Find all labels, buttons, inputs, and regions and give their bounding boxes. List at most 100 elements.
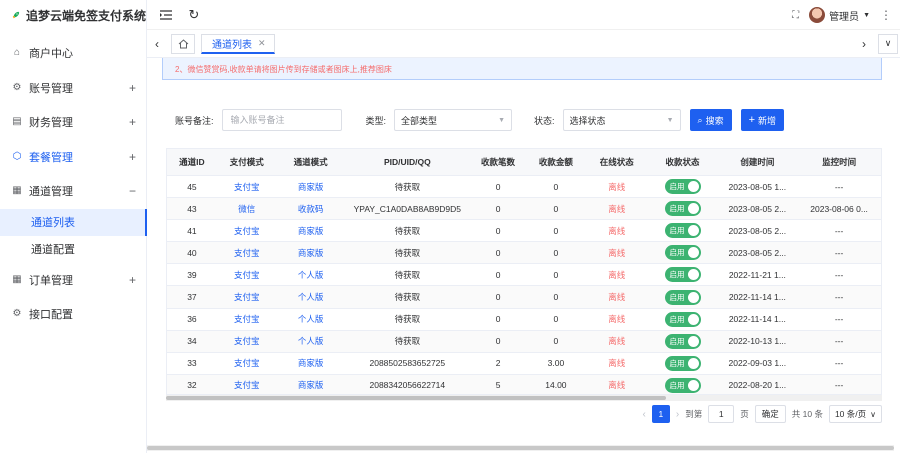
channel-table: 通道ID 支付模式 通道模式 PID/UID/QQ 收款笔数 收款金额 在线状态 收款状态 创建… [166, 148, 882, 395]
more-vertical-icon[interactable]: ⋮ [880, 8, 892, 22]
enable-switch[interactable]: 启用 [664, 333, 701, 349]
expand-icon: + [128, 115, 136, 130]
table-cell: 32 [187, 380, 197, 391]
table-cell: 离线 [608, 336, 626, 347]
search-button[interactable]: ⌕ 搜索 [689, 109, 732, 131]
fullscreen-icon[interactable]: ⛶ [792, 10, 799, 21]
status-switch-cell: 启用 [648, 245, 718, 261]
table-cell: 0 [553, 314, 559, 325]
next-page-icon[interactable]: › [676, 409, 679, 420]
switch-label: 启用 [669, 314, 685, 324]
refresh-icon: ↻ [188, 6, 200, 22]
switch-label: 启用 [669, 248, 685, 258]
goto-page-input[interactable] [708, 405, 735, 423]
goto-label: 到第 [685, 409, 703, 419]
chevron-left-icon: ‹ [155, 36, 159, 51]
table-cell: 待获取 [394, 269, 421, 280]
page-size-select[interactable]: 10 条/页 ∨ [828, 405, 882, 423]
table-cell: 0 [553, 269, 559, 280]
enable-switch[interactable]: 启用 [664, 267, 701, 283]
close-icon[interactable]: ✕ [258, 38, 266, 49]
enable-switch[interactable]: 启用 [664, 223, 701, 239]
collapse-menu-button[interactable] [157, 6, 175, 24]
status-switch-cell: 启用 [648, 267, 718, 283]
prev-page-icon[interactable]: ‹ [643, 409, 646, 420]
table-cell: 待获取 [394, 225, 421, 236]
column-header: 通道模式 [293, 157, 328, 167]
tabs-scroll-right-button[interactable]: › [854, 30, 874, 58]
sidebar-item-2[interactable]: ▤ 财务管理 + [0, 105, 146, 140]
table-cell: 支付宝 [234, 269, 260, 280]
table-cell: 商家版 [297, 380, 324, 391]
status-switch-cell: 启用 [648, 333, 718, 349]
sidebar-item-label: 套餐管理 [29, 151, 73, 164]
tab-home[interactable] [171, 33, 195, 54]
table-cell: 待获取 [394, 181, 421, 192]
table-cell: 离线 [608, 358, 626, 369]
table-cell: 支付宝 [234, 181, 260, 192]
sidebar-item-3[interactable]: ⬡ 套餐管理 + [0, 140, 146, 175]
page-number[interactable]: 1 [651, 405, 670, 423]
switch-knob [687, 313, 699, 325]
user-menu[interactable]: 管理员 ▼ [809, 7, 870, 23]
tab-channel-list[interactable]: 通道列表 ✕ [201, 33, 275, 54]
expand-icon: + [128, 149, 136, 164]
table-cell: 个人版 [297, 336, 324, 347]
sidebar-item-5[interactable]: ▦ 订单管理 + [0, 263, 146, 298]
column-header: 监控时间 [822, 157, 857, 167]
status-select[interactable]: 选择状态 ▼ [562, 109, 681, 131]
add-button[interactable]: + 新增 [740, 109, 785, 131]
type-select-value: 全部类型 [401, 115, 438, 126]
table-cell: 36 [187, 314, 197, 325]
table-cell: 商家版 [297, 358, 324, 369]
sidebar-item-6[interactable]: ⚙ 接口配置 [0, 297, 146, 332]
table-cell: 支付宝 [234, 314, 260, 325]
tab-label: 通道列表 [212, 39, 252, 51]
top-header: ↻ ⛶ 管理员 ▼ ⋮ [147, 0, 900, 30]
table-cell: 离线 [608, 247, 626, 258]
plus-icon: + [748, 114, 756, 126]
status-switch-cell: 启用 [648, 201, 718, 217]
table-cell: 商家版 [297, 225, 324, 236]
table-cell: 39 [187, 269, 197, 280]
enable-switch[interactable]: 启用 [664, 311, 701, 327]
sidebar-subitem-0[interactable]: 通道列表 [0, 208, 147, 236]
sidebar-subitem-1[interactable]: 通道配置 [0, 236, 146, 263]
enable-switch[interactable]: 启用 [664, 245, 701, 261]
enable-switch[interactable]: 启用 [664, 289, 701, 305]
goto-confirm-button[interactable]: 确定 [754, 405, 786, 423]
page-horizontal-scrollbar[interactable] [147, 445, 894, 451]
column-header: 支付模式 [229, 157, 264, 167]
enable-switch[interactable]: 启用 [664, 201, 701, 217]
table-row: 45 支付宝 商家版 待获取 0 0 离线 启用 2023-08-05 1... --- [167, 175, 881, 198]
switch-knob [687, 181, 699, 193]
table-cell: 2023-08-06 0... [810, 203, 868, 214]
remark-input[interactable] [221, 109, 342, 131]
app-title: 追梦云端免签支付系统 [25, 8, 146, 23]
table-cell: --- [834, 181, 844, 192]
table-cell: 离线 [608, 292, 626, 303]
sidebar-item-0[interactable]: ⌂ 商户中心 [0, 36, 146, 71]
switch-label: 启用 [669, 204, 685, 214]
table-cell: 离线 [608, 225, 626, 236]
table-cell: 40 [187, 247, 197, 258]
app-logo: 追梦云端免签支付系统 [0, 0, 146, 30]
enable-switch[interactable]: 启用 [664, 355, 701, 371]
sidebar-item-1[interactable]: ⚙ 账号管理 + [0, 71, 146, 106]
table-horizontal-scrollbar[interactable] [166, 395, 882, 401]
sidebar-item-4[interactable]: ▦ 通道管理 − [0, 174, 146, 209]
table-cell: 待获取 [394, 247, 421, 258]
status-switch-cell: 启用 [648, 179, 718, 195]
column-header: 在线状态 [599, 157, 634, 167]
tabs-scroll-left-button[interactable]: ‹ [147, 30, 167, 58]
tabs-dropdown-button[interactable]: ∨ [878, 33, 898, 54]
table-cell: --- [834, 336, 844, 347]
table-row: 43 微信 收款码 YPAY_C1A0DAB8AB9D9D5 0 0 离线 启用 2023-08… [167, 197, 881, 220]
enable-switch[interactable]: 启用 [664, 377, 701, 393]
type-select[interactable]: 全部类型 ▼ [394, 109, 513, 131]
sidebar-item-label: 商户中心 [29, 48, 73, 61]
table-row: 34 支付宝 个人版 待获取 0 0 离线 启用 2022-10-13 1... --- [167, 329, 881, 352]
table-cell: 支付宝 [234, 247, 260, 258]
enable-switch[interactable]: 启用 [664, 179, 701, 195]
refresh-button[interactable]: ↻ [185, 6, 203, 24]
